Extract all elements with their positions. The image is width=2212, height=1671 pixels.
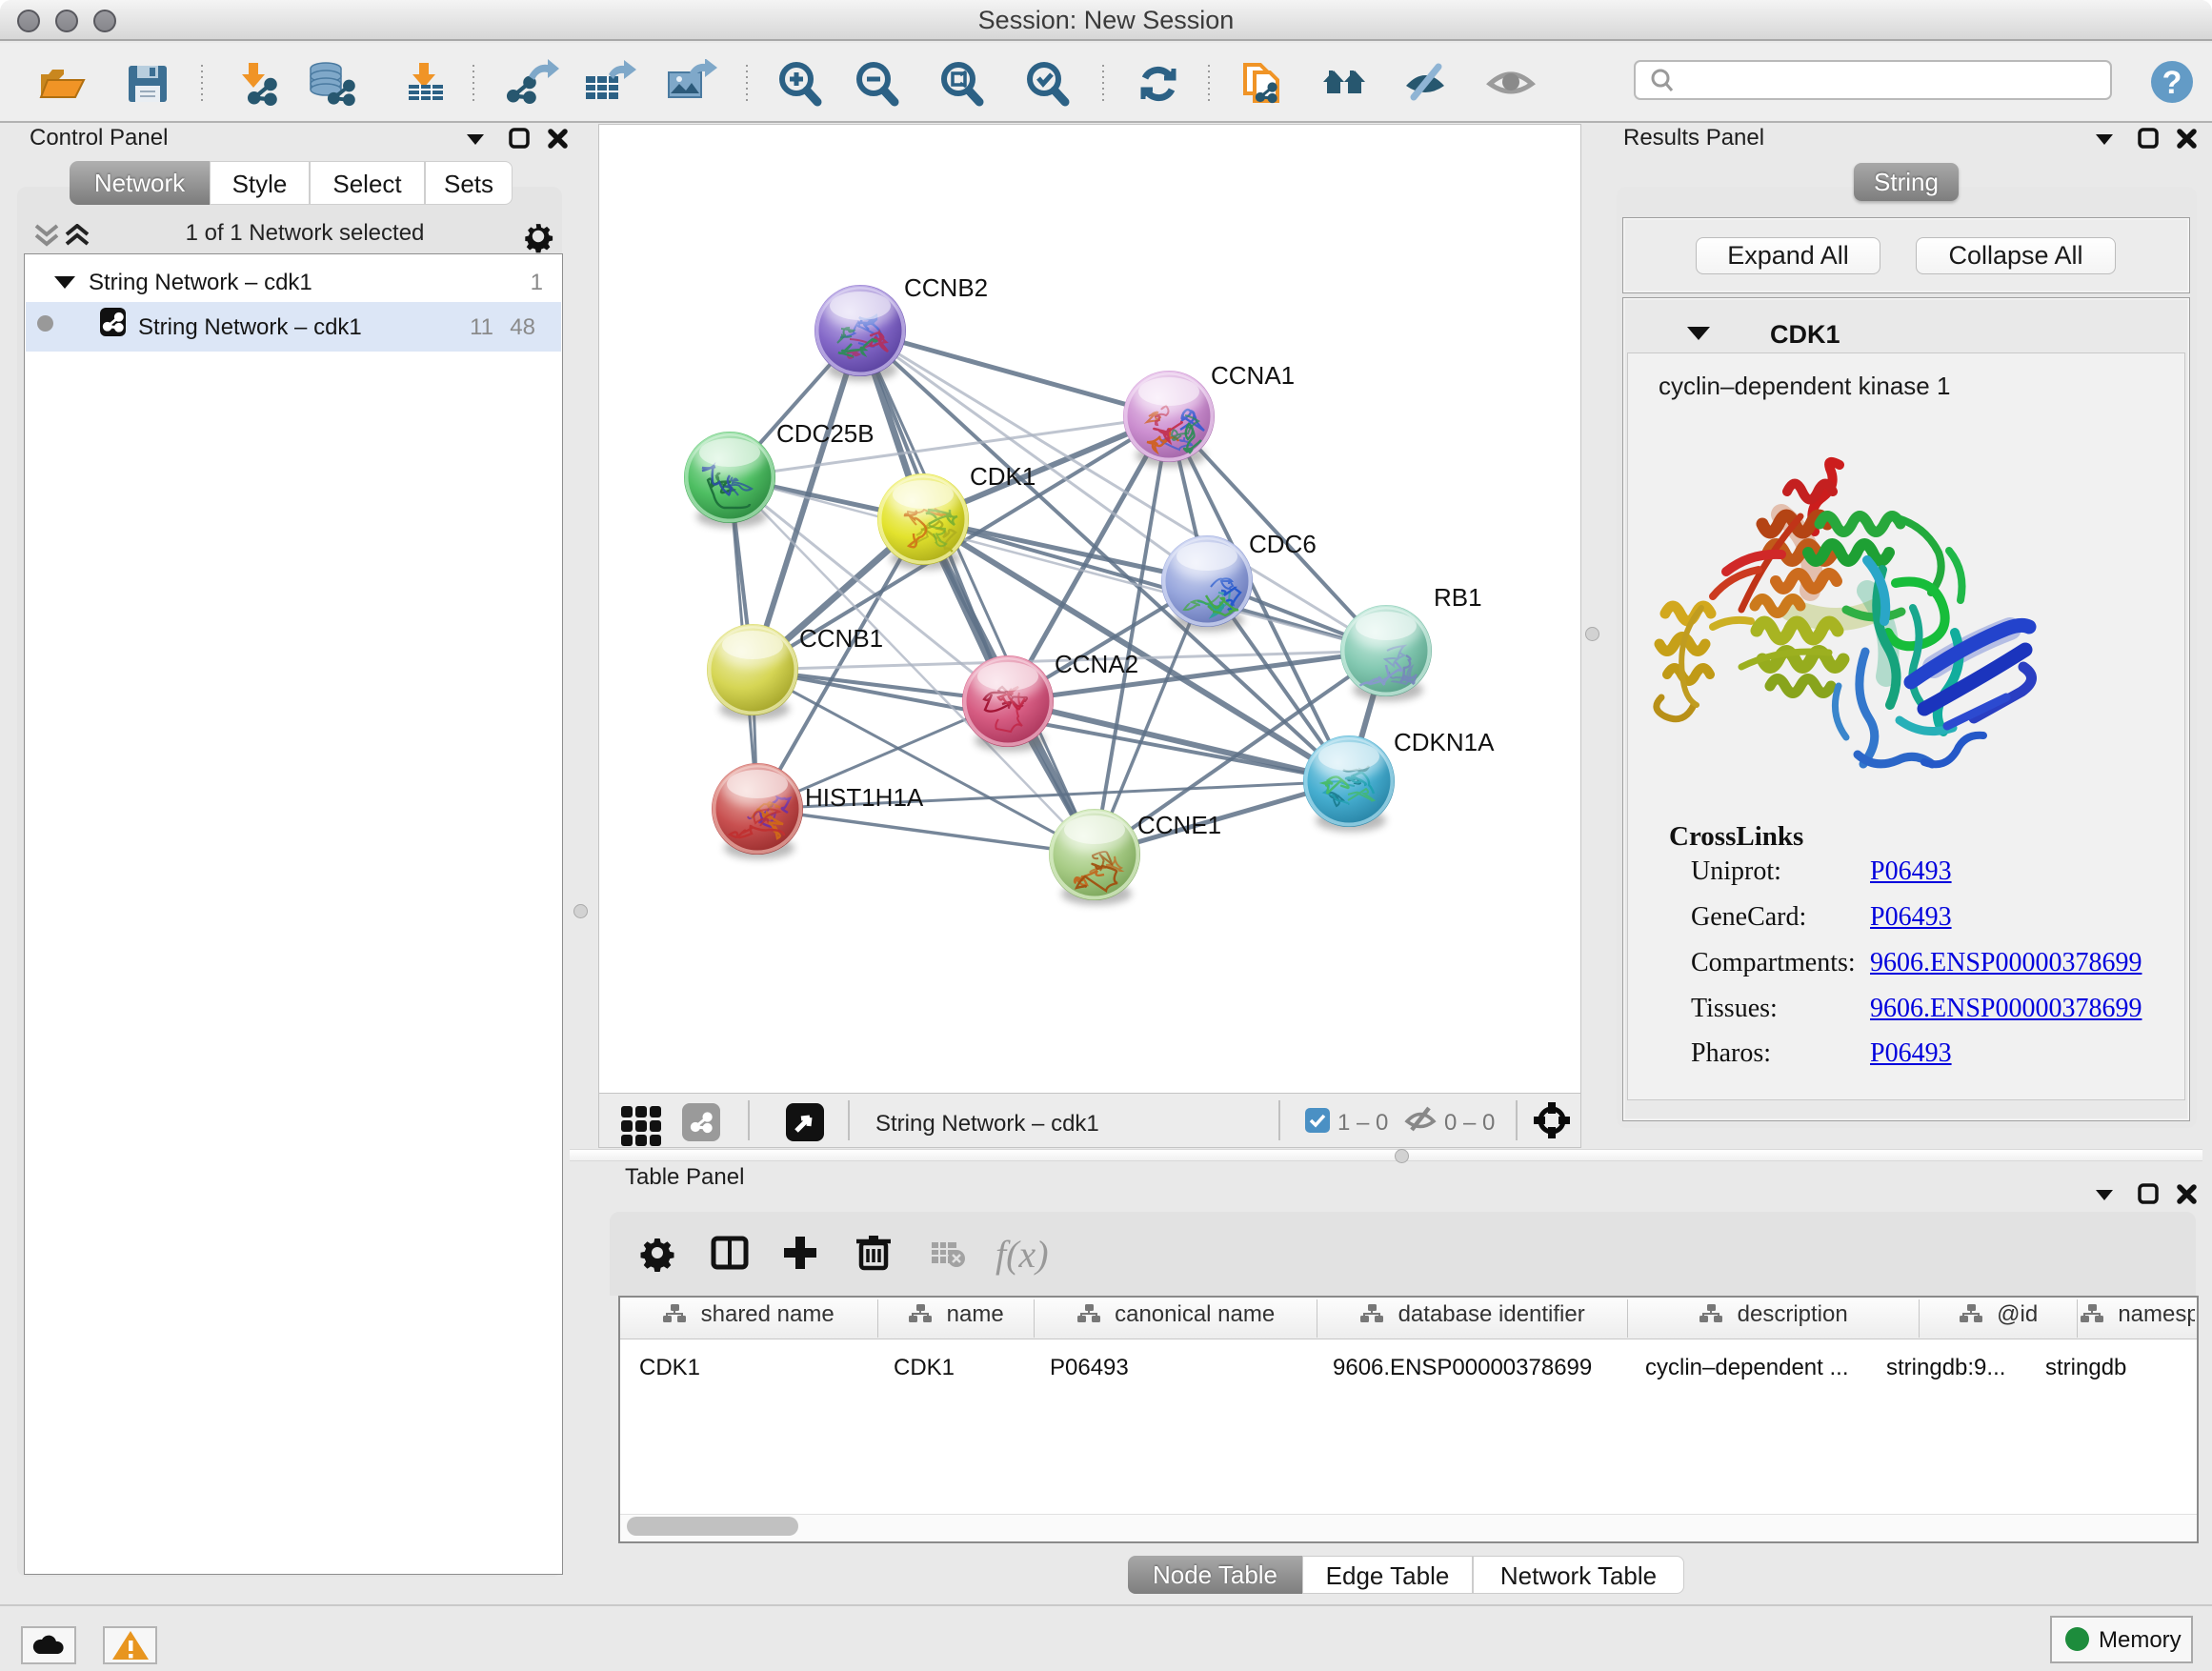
svg-text:RB1: RB1 — [1434, 583, 1482, 612]
svg-text:CCNA2: CCNA2 — [1055, 650, 1138, 678]
svg-text:CDKN1A: CDKN1A — [1394, 728, 1495, 756]
svg-text:CDC6: CDC6 — [1249, 530, 1317, 558]
svg-text:String Network – cdk1: String Network – cdk1 — [875, 1111, 1099, 1137]
svg-text:CDK1: CDK1 — [970, 462, 1036, 491]
svg-text:1 – 0: 1 – 0 — [1337, 1110, 1388, 1136]
svg-text:CCNB1: CCNB1 — [799, 624, 883, 653]
svg-text:CDC25B: CDC25B — [776, 419, 875, 448]
svg-text:0 – 0: 0 – 0 — [1444, 1110, 1495, 1136]
svg-text:?: ? — [2162, 65, 2182, 101]
svg-text:f(x): f(x) — [995, 1233, 1049, 1276]
svg-text:CCNE1: CCNE1 — [1137, 811, 1221, 839]
svg-text:HIST1H1A: HIST1H1A — [805, 783, 924, 812]
svg-text:CCNB2: CCNB2 — [904, 273, 988, 302]
svg-text:CCNA1: CCNA1 — [1211, 361, 1295, 390]
